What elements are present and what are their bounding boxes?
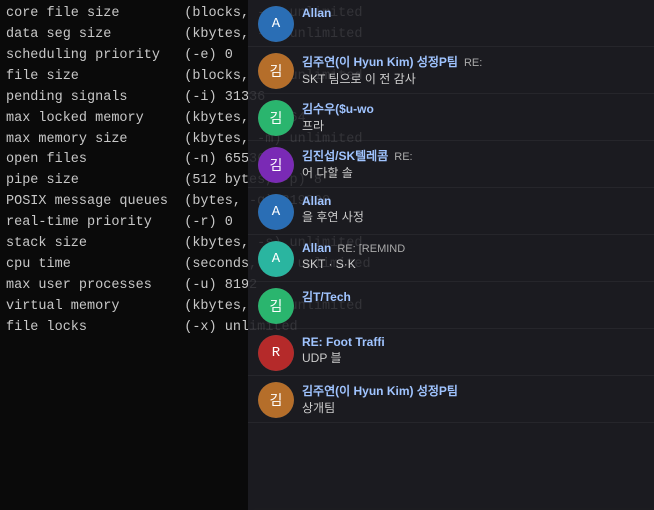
chat-avatar: 김 [258, 53, 294, 89]
avatar-icon: 김 [258, 147, 294, 183]
avatar-icon: 김 [258, 288, 294, 324]
avatar-icon: A [258, 194, 294, 230]
chat-item[interactable]: 김김주연(이 Hyun Kim) 성정P팀상개팀 [248, 376, 654, 423]
chat-item[interactable]: A Allan [248, 0, 654, 47]
chat-sender: 김수우($u-wo [302, 100, 374, 117]
chat-panel: AAllan김김주연(이 Hyun Kim) 성정P팀RE:SKT 팀으로 이 … [248, 0, 654, 510]
chat-content: Allan RE: [REMINDSKT · S·K [302, 241, 644, 273]
chat-avatar: A [258, 241, 294, 277]
chat-header: 김주연(이 Hyun Kim) 성정P팀 [302, 382, 644, 399]
chat-content: 김T/Tech [302, 288, 644, 305]
chat-sender: 김주연(이 Hyun Kim) 성정P팀 [302, 382, 458, 399]
chat-content: RE: Foot TraffiUDP 블 [302, 335, 644, 367]
chat-sender: Allan [302, 194, 331, 208]
chat-avatar: 김 [258, 100, 294, 136]
chat-sender: 김진섭/SK텔레콤 [302, 147, 388, 164]
chat-header: 김T/Tech [302, 288, 644, 305]
chat-item[interactable]: 김 김주연(이 Hyun Kim) 성정P팀 RE: SKT 팀으로 이 전 감사 [248, 47, 654, 94]
chat-content: 김주연(이 Hyun Kim) 성정P팀 RE: SKT 팀으로 이 전 감사 [302, 53, 644, 88]
chat-header: Allan [302, 194, 644, 208]
chat-body: 을 후연 사정 [302, 209, 644, 226]
avatar-icon: A [258, 241, 294, 277]
chat-content: Allan [302, 6, 644, 20]
chat-sender: 김T/Tech [302, 288, 351, 305]
chat-item[interactable]: 김김수우($u-wo프라 [248, 94, 654, 141]
avatar-icon: 김 [258, 382, 294, 418]
chat-content: 김진섭/SK텔레콤 RE: 어 다할 솔 [302, 147, 644, 182]
chat-body: SKT · S·K [302, 256, 644, 273]
chat-header: Allan [302, 6, 644, 20]
chat-content: 김수우($u-wo프라 [302, 100, 644, 135]
chat-item[interactable]: AAllan을 후연 사정 [248, 188, 654, 235]
chat-header: 김진섭/SK텔레콤 RE: [302, 147, 644, 164]
chat-sender: Allan [302, 6, 331, 20]
chat-re-label: RE: [464, 57, 482, 69]
avatar-icon: R [258, 335, 294, 371]
chat-re-label: RE: [394, 151, 412, 163]
chat-header: Allan RE: [REMIND [302, 241, 644, 255]
chat-body: UDP 블 [302, 350, 644, 367]
chat-item[interactable]: RRE: Foot TraffiUDP 블 [248, 329, 654, 376]
chat-body: 상개팀 [302, 400, 644, 417]
chat-re-label: RE: [REMIND [337, 243, 405, 255]
chat-content: 김주연(이 Hyun Kim) 성정P팀상개팀 [302, 382, 644, 417]
avatar-icon: 김 [258, 53, 294, 89]
chat-avatar: 김 [258, 382, 294, 418]
chat-sender: RE: Foot Traffi [302, 335, 385, 349]
chat-avatar: A [258, 194, 294, 230]
chat-avatar: A [258, 6, 294, 42]
chat-content: Allan을 후연 사정 [302, 194, 644, 226]
chat-body: SKT 팀으로 이 전 감사 [302, 71, 644, 88]
avatar-icon: A [258, 6, 294, 42]
chat-body: 어 다할 솔 [302, 165, 644, 182]
chat-header: 김주연(이 Hyun Kim) 성정P팀 RE: [302, 53, 644, 70]
chat-header: RE: Foot Traffi [302, 335, 644, 349]
avatar-icon: 김 [258, 100, 294, 136]
chat-avatar: 김 [258, 288, 294, 324]
chat-header: 김수우($u-wo [302, 100, 644, 117]
chat-body: 프라 [302, 118, 644, 135]
chat-item[interactable]: 김 김T/Tech [248, 282, 654, 329]
chat-sender: 김주연(이 Hyun Kim) 성정P팀 [302, 53, 458, 70]
chat-item[interactable]: 김 김진섭/SK텔레콤 RE: 어 다할 솔 [248, 141, 654, 188]
chat-avatar: 김 [258, 147, 294, 183]
chat-list: AAllan김김주연(이 Hyun Kim) 성정P팀RE:SKT 팀으로 이 … [248, 0, 654, 423]
chat-avatar: R [258, 335, 294, 371]
chat-item[interactable]: A Allan RE: [REMINDSKT · S·K [248, 235, 654, 282]
chat-sender: Allan [302, 241, 331, 255]
